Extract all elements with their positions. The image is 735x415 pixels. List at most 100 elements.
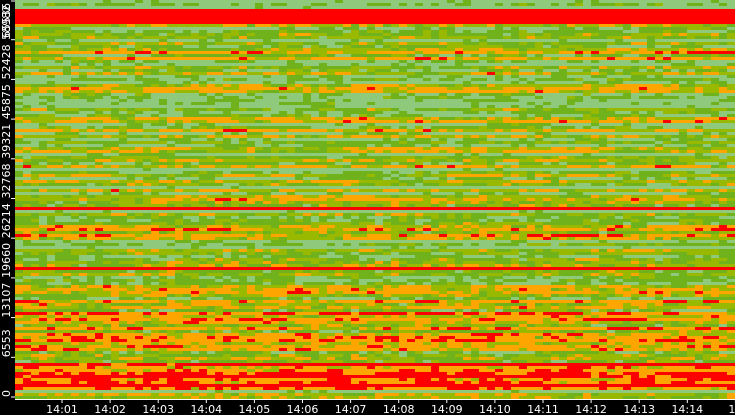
- heatmap-cell: [15, 51, 23, 54]
- heatmap-cell: [543, 15, 551, 18]
- heatmap-cell: [311, 30, 319, 33]
- heatmap-cell: [311, 84, 319, 87]
- heatmap-cell: [183, 75, 191, 78]
- heatmap-cell: [95, 78, 103, 81]
- heatmap-cell: [479, 141, 487, 144]
- heatmap-cell: [647, 24, 655, 27]
- heatmap-cell: [47, 147, 55, 150]
- heatmap-cell: [167, 60, 175, 63]
- heatmap-cell: [679, 141, 687, 144]
- heatmap-cell: [287, 135, 295, 138]
- heatmap-cell: [391, 63, 399, 66]
- heatmap-cell: [167, 147, 175, 150]
- heatmap-cell: [607, 18, 615, 21]
- heatmap-cell: [175, 153, 183, 156]
- heatmap-cell: [23, 132, 31, 135]
- heatmap-cell: [679, 30, 687, 33]
- heatmap-cell: [559, 63, 567, 66]
- heatmap-cell: [351, 120, 359, 123]
- heatmap-cell: [703, 45, 711, 48]
- heatmap-cell: [39, 72, 47, 75]
- heatmap-cell: [335, 60, 343, 63]
- heatmap-cell: [39, 111, 47, 114]
- heatmap-cell: [399, 114, 407, 117]
- heatmap-cell: [407, 84, 415, 87]
- heatmap-cell: [415, 117, 423, 120]
- heatmap-cell: [551, 36, 559, 39]
- heatmap-cell: [655, 87, 663, 90]
- heatmap-cell: [231, 15, 239, 18]
- heatmap-cell: [71, 96, 79, 99]
- heatmap-cell: [335, 159, 343, 162]
- heatmap-cell: [191, 96, 199, 99]
- heatmap-cell: [183, 105, 191, 108]
- heatmap-cell: [127, 120, 135, 123]
- heatmap-cell: [495, 51, 503, 54]
- heatmap-cell: [207, 78, 215, 81]
- heatmap-cell: [55, 132, 63, 135]
- heatmap-cell: [391, 135, 399, 138]
- heatmap-cell: [223, 132, 231, 135]
- heatmap-cell: [463, 0, 471, 3]
- heatmap-cell: [559, 30, 567, 33]
- heatmap-cell: [239, 45, 247, 48]
- heatmap-cell: [39, 30, 47, 33]
- heatmap-cell: [311, 144, 319, 147]
- heatmap-cell: [343, 105, 351, 108]
- heatmap-cell: [103, 117, 111, 120]
- heatmap-cell: [583, 99, 591, 102]
- heatmap-cell: [647, 6, 655, 9]
- heatmap-cell: [671, 156, 679, 159]
- heatmap-cell: [687, 117, 695, 120]
- heatmap-cell: [439, 123, 447, 126]
- heatmap-cell: [111, 156, 119, 159]
- heatmap-cell: [599, 30, 607, 33]
- heatmap-cell: [215, 57, 223, 60]
- heatmap-cell: [687, 81, 695, 84]
- heatmap-cell: [87, 54, 95, 57]
- heatmap-cell: [383, 39, 391, 42]
- heatmap-cell: [135, 165, 143, 168]
- heatmap-cell: [119, 21, 127, 24]
- heatmap-cell: [695, 150, 703, 153]
- heatmap-cell: [247, 114, 255, 117]
- heatmap-cell: [487, 111, 495, 114]
- heatmap-cell: [447, 66, 455, 69]
- heatmap-cell: [231, 30, 239, 33]
- heatmap-cell: [119, 63, 127, 66]
- heatmap-cell: [455, 99, 463, 102]
- heatmap-cell: [71, 57, 79, 60]
- heatmap-cell: [119, 153, 127, 156]
- heatmap-cell: [335, 93, 343, 96]
- heatmap-cell: [215, 3, 223, 6]
- heatmap-cell: [495, 12, 503, 15]
- heatmap-cell: [695, 42, 703, 45]
- heatmap-cell: [119, 75, 127, 78]
- heatmap-cell: [535, 9, 543, 12]
- heatmap-cell: [23, 12, 31, 15]
- heatmap-cell: [511, 102, 519, 105]
- heatmap-cell: [583, 96, 591, 99]
- heatmap-cell: [711, 51, 719, 54]
- heatmap-cell: [119, 54, 127, 57]
- heatmap-cell: [55, 57, 63, 60]
- heatmap-cell: [567, 69, 575, 72]
- heatmap-cell: [687, 75, 695, 78]
- heatmap-cell: [543, 129, 551, 132]
- heatmap-cell: [639, 48, 647, 51]
- heatmap-cell: [279, 0, 287, 3]
- heatmap-cell: [655, 144, 663, 147]
- heatmap-cell: [119, 102, 127, 105]
- heatmap-cell: [15, 54, 23, 57]
- heatmap-cell: [711, 120, 719, 123]
- heatmap-cell: [623, 102, 631, 105]
- heatmap-cell: [359, 12, 367, 15]
- heatmap-cell: [703, 27, 711, 30]
- heatmap-cell: [111, 15, 119, 18]
- heatmap-cell: [399, 108, 407, 111]
- heatmap-cell: [431, 72, 439, 75]
- heatmap-cell: [191, 51, 199, 54]
- heatmap-cell: [415, 12, 423, 15]
- heatmap-cell: [47, 9, 55, 12]
- heatmap-cell: [271, 153, 279, 156]
